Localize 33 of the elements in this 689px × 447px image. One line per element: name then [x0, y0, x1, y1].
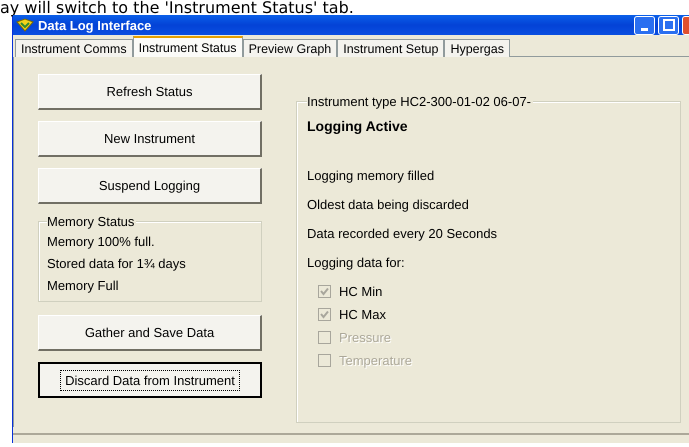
status-text: Logging memory filled [307, 168, 436, 183]
action-button[interactable]: New Instrument [38, 121, 262, 157]
window-title: Data Log Interface [38, 18, 152, 32]
tab[interactable]: Instrument Setup [337, 39, 444, 57]
status-text: Stored data for 1¾ days [47, 255, 187, 273]
minimize-icon [641, 28, 648, 30]
maximize-icon [662, 19, 674, 31]
logging-state-text: Logging Active [307, 118, 409, 134]
action-button[interactable]: Discard Data from Instrument [38, 362, 262, 398]
tab[interactable]: Preview Graph [242, 39, 338, 57]
logging-label: Logging data for: [307, 255, 406, 270]
checkbox-label: HC Max [339, 306, 386, 322]
tab[interactable]: Instrument Comms [15, 39, 133, 57]
action-button[interactable]: Gather and Save Data [38, 315, 262, 351]
status-text: Memory 100% full. [47, 233, 156, 251]
checkbox[interactable] [318, 308, 331, 320]
checkbox-label: Temperature [339, 352, 412, 368]
checkbox-label: HC Min [339, 284, 382, 298]
action-button[interactable]: Suspend Logging [38, 168, 262, 204]
minimize-button[interactable] [634, 16, 655, 34]
caption-text: ay will switch to the 'Instrument Status' tab. [0, 0, 355, 15]
maximize-button[interactable] [658, 16, 679, 34]
action-button[interactable]: Refresh Status [38, 74, 262, 110]
checkbox[interactable] [318, 284, 331, 298]
status-text: Memory Full [47, 277, 120, 295]
status-text: Oldest data being discarded [307, 197, 470, 212]
tab[interactable]: Instrument Status [132, 36, 243, 57]
group-title: Instrument type HC2-300-01-02 06-07- [307, 94, 534, 109]
checkbox-label: Pressure [339, 330, 392, 344]
group-title: Memory Status [47, 214, 136, 229]
status-text: Data recorded every 20 Seconds [307, 226, 498, 241]
tab[interactable]: Hypergas [444, 39, 510, 57]
app-icon [16, 18, 34, 32]
